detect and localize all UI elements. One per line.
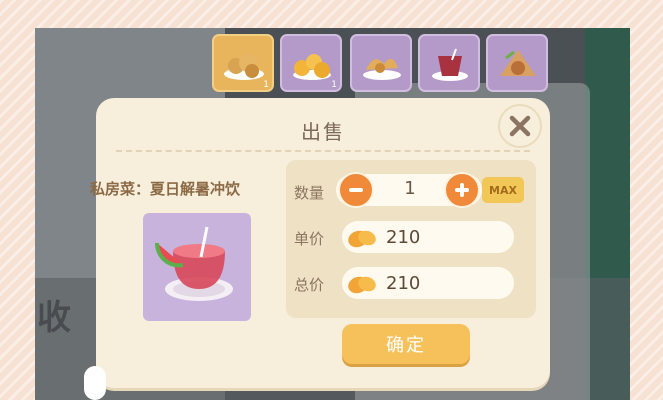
inventory-slot-2[interactable]: 1: [280, 34, 342, 92]
dialog-title: 出售: [301, 120, 345, 144]
total-price-value: 210: [386, 273, 421, 294]
slot-count: 1: [331, 80, 337, 90]
roasted-fish-icon: [500, 50, 536, 76]
fruit-punch-icon: [432, 48, 468, 81]
inventory-slot-5[interactable]: [486, 34, 548, 92]
total-price-label: 总价: [294, 276, 325, 294]
increase-button[interactable]: [444, 172, 480, 208]
minus-icon: [349, 188, 363, 192]
inventory-slot-3[interactable]: [350, 34, 412, 92]
close-icon: [509, 115, 531, 137]
item-name: 私房菜：夏日解暑冲饮: [90, 180, 241, 198]
inventory-slot-1[interactable]: 1: [212, 34, 274, 92]
fried-dumplings-icon: [224, 54, 264, 80]
background-text: 收: [37, 298, 71, 338]
close-button[interactable]: [498, 104, 542, 148]
confirm-button[interactable]: 确定: [342, 324, 470, 364]
inventory-slot-4[interactable]: [418, 34, 480, 92]
unit-price-label: 单价: [294, 230, 325, 248]
coin-icon: [348, 276, 376, 294]
item-card: [143, 213, 251, 321]
slot-count: 1: [263, 80, 269, 90]
coin-icon: [348, 230, 376, 248]
quantity-value[interactable]: 1: [390, 178, 430, 199]
fried-shrimp-icon: [363, 58, 401, 80]
watermelon-drink-icon: [154, 226, 233, 301]
unit-price-value: 210: [386, 227, 421, 248]
plus-icon: [455, 183, 469, 197]
inventory-strip: 1 1: [212, 34, 552, 92]
decrease-button[interactable]: [338, 172, 374, 208]
golden-buns-icon: [293, 54, 331, 80]
max-button[interactable]: MAX: [482, 177, 524, 203]
quantity-label: 数量: [294, 184, 325, 202]
title-divider: [116, 150, 530, 152]
decorative-paw: [84, 366, 106, 400]
